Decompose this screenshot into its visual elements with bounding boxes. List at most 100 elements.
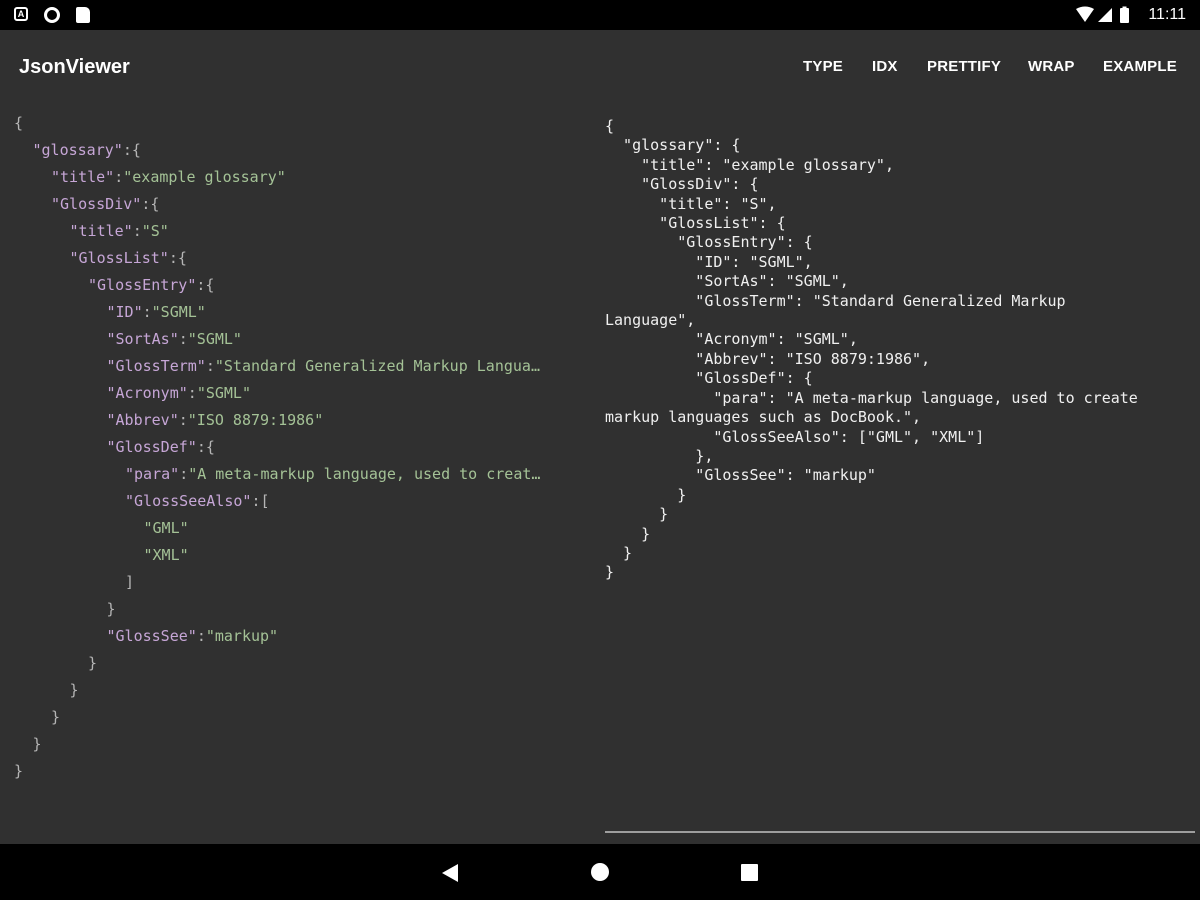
tree-punctuation: } [51,708,61,726]
tree-row[interactable]: "GlossSee":"markup" [14,623,594,650]
tree-row[interactable]: "XML" [14,542,594,569]
tree-key: "GlossEntry" [88,276,197,294]
a-notification-icon: A [14,7,28,21]
tree-row[interactable]: "para":"A meta-markup language, used to … [14,461,594,488]
pretty-line: "ID": "SGML", [605,252,813,271]
tree-punctuation: : [187,384,197,402]
pretty-line: "GlossSee": "markup" [605,466,876,485]
tree-value: "A meta-markup language, used to creat… [188,465,541,483]
tree-value: "Standard Generalized Markup Langua… [214,357,540,375]
tree-row[interactable]: "glossary":{ [14,137,594,164]
tree-row[interactable]: "title":"S" [14,218,594,245]
json-tree-view[interactable]: {"glossary":{"title":"example glossary" "… [14,110,594,790]
tree-row[interactable]: } [14,758,589,785]
tree-key: "para" [125,465,180,483]
tree-punctuation: : [178,330,188,348]
wrap-button[interactable]: WRAP [1028,58,1075,75]
pretty-line: } [605,524,651,543]
pretty-line: }, [605,446,714,465]
tree-punctuation: } [88,654,98,672]
tree-value: "SGML" [187,330,242,348]
status-right-icons [1076,6,1129,23]
tree-punctuation: :[ [251,492,270,510]
tree-key: "Abbrev" [106,411,179,429]
signal-icon [1098,8,1112,22]
pretty-line: "glossary": { [605,136,741,155]
tree-row[interactable]: } [14,731,594,758]
tree-row[interactable]: "Abbrev":"ISO 8879:1986" [14,407,594,434]
pretty-line: } [605,543,633,562]
tree-row[interactable]: "Acronym":"SGML" [14,380,594,407]
pretty-line: { [605,117,615,135]
pretty-line: "GlossSeeAlso": ["GML", "XML"] [605,427,985,446]
pretty-line: } [605,563,615,582]
tree-punctuation: :{ [141,195,160,213]
tree-value: "markup" [205,627,279,645]
tree-value: "XML" [143,546,189,564]
tree-value: "SGML" [151,303,206,321]
tree-row[interactable]: "ID":"SGML" [14,299,594,326]
tree-punctuation: ] [125,573,135,591]
tree-row[interactable]: "GlossDiv":{ [14,191,594,218]
tree-punctuation: } [69,681,79,699]
prettify-button[interactable]: PRETTIFY [927,58,1001,75]
tree-key: "GlossDiv" [51,195,142,213]
tree-value: "GML" [143,519,189,537]
status-bar: A 11:11 [0,0,1200,30]
tree-value: "SGML" [196,384,251,402]
tree-punctuation: } [14,762,24,780]
pretty-line: "title": "example glossary", [605,155,894,174]
tree-key: "GlossSeeAlso" [125,492,252,510]
pretty-line: "GlossEntry": { [605,233,813,252]
tree-punctuation: : [196,627,206,645]
tree-punctuation: : [142,303,152,321]
tree-punctuation: : [179,465,189,483]
tree-punctuation: : [132,222,142,240]
tree-row[interactable]: "GlossList":{ [14,245,594,272]
tree-row[interactable]: } [14,596,594,623]
tree-row[interactable]: ] [14,569,594,596]
tree-punctuation: :{ [122,141,141,159]
tree-row[interactable]: "GML" [14,515,594,542]
back-icon[interactable] [442,864,458,882]
tree-row[interactable]: "GlossEntry":{ [14,272,594,299]
tree-row[interactable]: "GlossTerm":"Standard Generalized Markup… [14,353,594,380]
tree-row[interactable]: { [14,110,589,137]
tree-row[interactable]: "GlossSeeAlso":[ [14,488,594,515]
app-bar: JsonViewer TYPE IDX PRETTIFY WRAP EXAMPL… [0,30,1200,104]
pretty-line: "GlossList": { [605,214,786,233]
tree-key: "GlossTerm" [106,357,206,375]
tree-key: "Acronym" [106,384,188,402]
tree-key: "title" [69,222,133,240]
sd-card-icon [76,7,90,23]
circle-notification-icon [44,7,60,23]
tree-punctuation: : [205,357,215,375]
idx-button[interactable]: IDX [872,58,898,75]
input-underline [605,831,1195,833]
app-title: JsonViewer [19,56,130,78]
prettified-json-view[interactable]: { "glossary": { "title": "example glossa… [605,117,1195,817]
example-button[interactable]: EXAMPLE [1103,58,1177,75]
tree-key: "GlossDef" [106,438,197,456]
tree-row[interactable]: "GlossDef":{ [14,434,594,461]
recents-icon[interactable] [741,864,758,881]
type-button[interactable]: TYPE [803,58,843,75]
pretty-line: "para": "A meta-markup language, used to… [605,388,1138,407]
tree-punctuation: : [178,411,188,429]
tree-value: "example glossary" [123,168,286,186]
wifi-icon [1076,6,1094,22]
tree-row[interactable]: } [14,650,594,677]
battery-icon [1120,8,1129,23]
home-icon[interactable] [591,863,609,881]
tree-punctuation: :{ [196,276,215,294]
tree-punctuation: { [14,114,24,132]
pretty-line: "title": "S", [605,194,777,213]
pretty-line: markup languages such as DocBook.", [605,408,922,427]
pretty-line: "SortAs": "SGML", [605,272,849,291]
tree-row[interactable]: } [14,704,594,731]
tree-row[interactable]: } [14,677,594,704]
pretty-line: "GlossTerm": "Standard Generalized Marku… [605,291,1066,310]
tree-punctuation: : [114,168,124,186]
tree-row[interactable]: "title":"example glossary" [14,164,594,191]
tree-row[interactable]: "SortAs":"SGML" [14,326,594,353]
